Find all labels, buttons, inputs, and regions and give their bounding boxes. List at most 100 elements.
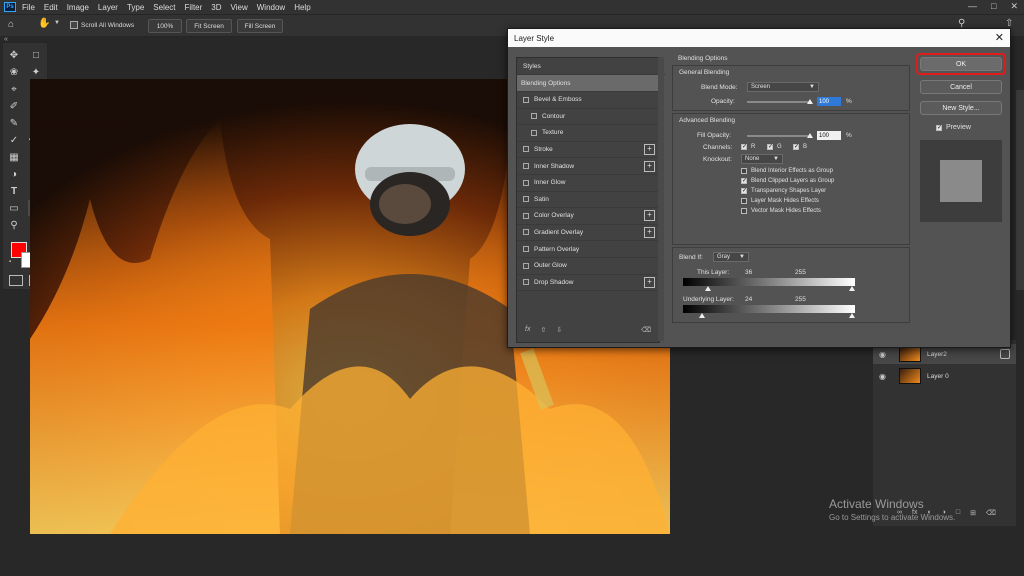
style-checkbox[interactable]: [531, 129, 537, 136]
style-item[interactable]: Satin: [517, 191, 659, 209]
layer-row[interactable]: ◉ Layer 0: [873, 366, 1016, 386]
style-item[interactable]: Inner Shadow +: [517, 158, 659, 175]
channel-b-checkbox[interactable]: ✓ B: [793, 144, 807, 150]
underlying-white-handle[interactable]: [849, 313, 855, 318]
styles-scrollbar[interactable]: [658, 57, 664, 341]
eye-icon[interactable]: ◉: [879, 350, 889, 359]
opacity-slider-handle[interactable]: [807, 99, 813, 104]
underlying-gradient-bar[interactable]: [683, 305, 855, 313]
move-tool-icon[interactable]: ✥: [6, 47, 22, 63]
lasso-tool-icon[interactable]: ❀: [6, 64, 22, 80]
style-item[interactable]: Gradient Overlay +: [517, 224, 659, 242]
underlying-black-handle[interactable]: [699, 313, 705, 318]
cancel-button[interactable]: Cancel: [920, 80, 1002, 94]
preview-checkbox[interactable]: ✓ Preview: [936, 124, 971, 131]
chevron-down-icon[interactable]: ▼: [54, 20, 60, 26]
opacity-slider[interactable]: [747, 101, 811, 103]
minimize-icon[interactable]: —: [968, 1, 977, 12]
menu-layer[interactable]: Layer: [98, 3, 118, 12]
menu-edit[interactable]: Edit: [44, 3, 58, 12]
this-layer-gradient-bar[interactable]: [683, 278, 855, 286]
knockout-select[interactable]: None ▼: [741, 154, 783, 164]
default-colors-icon[interactable]: ▪: [9, 259, 11, 265]
scroll-all-windows-checkbox[interactable]: Scroll All Windows: [70, 21, 134, 29]
style-checkbox[interactable]: [523, 179, 529, 186]
opacity-input[interactable]: 100: [817, 97, 841, 106]
zoom-tool-icon[interactable]: ⚲: [6, 217, 22, 233]
menu-view[interactable]: View: [231, 3, 248, 12]
menu-3d[interactable]: 3D: [211, 3, 221, 12]
fx-icon[interactable]: fx: [525, 326, 530, 334]
style-checkbox[interactable]: [531, 113, 537, 120]
fill-opacity-input[interactable]: 100: [817, 131, 841, 140]
menu-help[interactable]: Help: [294, 3, 310, 12]
this-layer-black-handle[interactable]: [705, 286, 711, 291]
fit-screen-button[interactable]: Fit Screen: [186, 19, 232, 33]
move-up-icon[interactable]: ⇧: [540, 326, 546, 334]
style-checkbox[interactable]: [523, 229, 529, 236]
style-item[interactable]: Pattern Overlay: [517, 241, 659, 258]
menu-window[interactable]: Window: [257, 3, 285, 12]
blend-option-checkbox[interactable]: Vector Mask Hides Effects: [741, 208, 821, 214]
magic-wand-tool-icon[interactable]: ✦: [28, 64, 44, 80]
new-layer-icon[interactable]: ⊞: [970, 509, 976, 517]
trash-icon[interactable]: ⌫: [986, 509, 996, 517]
blend-mode-select[interactable]: Screen ▼: [747, 82, 819, 92]
blend-option-checkbox[interactable]: Blend Interior Effects as Group: [741, 168, 833, 174]
new-style-button[interactable]: New Style...: [920, 101, 1002, 115]
channel-r-checkbox[interactable]: ✓ R: [741, 144, 755, 150]
style-checkbox[interactable]: [523, 212, 529, 219]
trash-icon[interactable]: ⌫: [641, 326, 651, 334]
style-checkbox[interactable]: [523, 196, 529, 203]
channel-g-checkbox[interactable]: ✓ G: [767, 144, 782, 150]
menu-image[interactable]: Image: [67, 3, 89, 12]
fill-screen-button[interactable]: Fill Screen: [237, 19, 283, 33]
quick-mask-icon[interactable]: [9, 275, 23, 286]
style-item[interactable]: Color Overlay +: [517, 208, 659, 225]
shape-tool-icon[interactable]: ▭: [6, 200, 22, 216]
style-checkbox[interactable]: [523, 279, 529, 286]
style-checkbox[interactable]: [523, 146, 529, 153]
style-item[interactable]: Contour: [517, 108, 659, 126]
blend-option-checkbox[interactable]: ✓ Blend Clipped Layers as Group: [741, 178, 834, 184]
eyedropper-tool-icon[interactable]: ✐: [6, 98, 22, 114]
fill-opacity-slider-handle[interactable]: [807, 133, 813, 138]
hand-tool-icon[interactable]: ✋: [38, 18, 50, 29]
folder-icon[interactable]: □: [956, 509, 960, 517]
style-item[interactable]: Bevel & Emboss: [517, 92, 659, 109]
add-effect-icon[interactable]: +: [644, 210, 655, 222]
dodge-tool-icon[interactable]: ◑: [6, 166, 22, 182]
style-item[interactable]: Texture: [517, 125, 659, 142]
style-item[interactable]: Outer Glow: [517, 258, 659, 275]
dialog-titlebar[interactable]: Layer Style: [508, 29, 1010, 47]
style-checkbox[interactable]: [523, 246, 529, 252]
eye-icon[interactable]: ◉: [879, 372, 889, 381]
crop-tool-icon[interactable]: ⌖: [6, 81, 22, 97]
style-checkbox[interactable]: [523, 96, 529, 103]
menu-file[interactable]: File: [22, 3, 35, 12]
add-effect-icon[interactable]: +: [644, 276, 655, 288]
ok-button[interactable]: OK: [920, 57, 1002, 71]
close-icon[interactable]: ✕: [995, 31, 1004, 44]
gradient-tool-icon[interactable]: ▦: [6, 149, 22, 165]
blend-option-checkbox[interactable]: Layer Mask Hides Effects: [741, 198, 819, 204]
brush-tool-icon[interactable]: ✎: [6, 115, 22, 131]
this-layer-white-handle[interactable]: [849, 286, 855, 291]
style-checkbox[interactable]: [523, 163, 529, 169]
photoshop-logo-icon[interactable]: Ps: [4, 2, 16, 12]
add-effect-icon[interactable]: +: [644, 160, 655, 172]
add-effect-icon[interactable]: +: [644, 226, 655, 238]
style-item[interactable]: Blending Options: [517, 75, 663, 92]
fill-opacity-slider[interactable]: [747, 135, 811, 137]
menu-select[interactable]: Select: [153, 3, 175, 12]
close-window-icon[interactable]: ✕: [1010, 1, 1018, 12]
blend-if-select[interactable]: Gray ▼: [713, 252, 749, 262]
add-effect-icon[interactable]: +: [644, 143, 655, 155]
style-item[interactable]: Inner Glow: [517, 175, 659, 192]
styles-header[interactable]: Styles: [517, 58, 665, 75]
menu-filter[interactable]: Filter: [185, 3, 203, 12]
blend-option-checkbox[interactable]: ✓ Transparency Shapes Layer: [741, 188, 826, 194]
style-checkbox[interactable]: [523, 262, 529, 269]
move-down-icon[interactable]: ⇩: [556, 326, 562, 334]
marquee-tool-icon[interactable]: □: [28, 47, 44, 63]
